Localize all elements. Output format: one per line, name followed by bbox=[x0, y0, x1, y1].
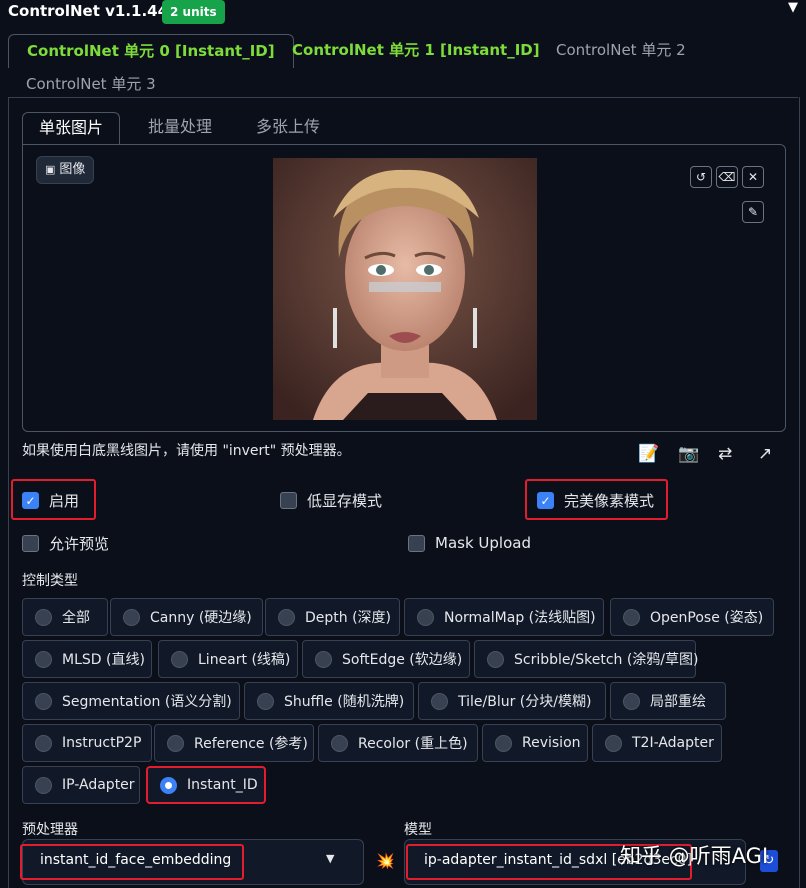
control-type-option-label: IP-Adapter bbox=[62, 777, 135, 793]
control-type-option[interactable]: NormalMap (法线贴图) bbox=[404, 598, 604, 636]
control-type-option[interactable]: Tile/Blur (分块/模糊) bbox=[418, 682, 606, 720]
control-type-option[interactable]: Reference (参考) bbox=[154, 724, 314, 762]
panel-title: ControlNet v1.1.440 bbox=[8, 2, 179, 20]
radio-icon bbox=[623, 608, 640, 626]
run-preprocessor-icon[interactable]: 💥 bbox=[376, 852, 395, 870]
control-type-option-label: Scribble/Sketch (涂鸦/草图) bbox=[514, 652, 699, 668]
tab-unit-2[interactable]: ControlNet 单元 2 bbox=[538, 34, 704, 68]
control-type-option-label: T2I-Adapter bbox=[632, 735, 714, 751]
radio-icon bbox=[123, 608, 140, 626]
control-type-option[interactable]: IP-Adapter bbox=[22, 766, 140, 804]
control-type-option-label: Depth (深度) bbox=[305, 610, 392, 626]
units-badge: 2 units bbox=[162, 0, 225, 24]
control-type-option-label: Reference (参考) bbox=[194, 736, 308, 752]
radio-icon bbox=[35, 608, 52, 626]
radio-icon bbox=[495, 734, 512, 752]
radio-icon bbox=[171, 650, 188, 668]
control-type-option[interactable]: OpenPose (姿态) bbox=[610, 598, 774, 636]
control-type-option[interactable]: 局部重绘 bbox=[610, 682, 726, 720]
control-type-option-label: Canny (硬边缘) bbox=[150, 610, 252, 626]
control-type-option[interactable]: T2I-Adapter bbox=[592, 724, 722, 762]
control-type-option-label: InstructP2P bbox=[62, 735, 142, 751]
control-type-option[interactable]: Recolor (重上色) bbox=[318, 724, 478, 762]
radio-icon bbox=[605, 734, 622, 752]
tab-unit-1[interactable]: ControlNet 单元 1 [Instant_ID] bbox=[274, 34, 558, 68]
radio-icon bbox=[315, 650, 332, 668]
control-type-option-label: 全部 bbox=[62, 610, 90, 626]
control-type-option-label: Lineart (线稿) bbox=[198, 652, 291, 668]
control-type-option[interactable]: InstructP2P bbox=[22, 724, 152, 762]
radio-icon bbox=[331, 734, 348, 752]
eraser-icon[interactable]: ⌫ bbox=[716, 166, 738, 188]
checkbox-icon bbox=[408, 534, 425, 552]
control-type-option[interactable]: SoftEdge (软边缘) bbox=[302, 640, 470, 678]
control-type-option-label: 局部重绘 bbox=[650, 694, 706, 710]
tab-multi-upload[interactable]: 多张上传 bbox=[240, 112, 336, 144]
control-type-option[interactable]: Shuffle (随机洗牌) bbox=[244, 682, 414, 720]
model-label: 模型 bbox=[404, 822, 432, 838]
pixel-perfect-checkbox[interactable]: ✓ 完美像素模式 bbox=[537, 488, 654, 512]
control-type-option-label: Shuffle (随机洗牌) bbox=[284, 694, 405, 710]
preprocessor-value: instant_id_face_embedding bbox=[40, 852, 232, 868]
radio-icon bbox=[487, 650, 504, 668]
radio-icon bbox=[35, 776, 52, 794]
control-type-option-label: NormalMap (法线贴图) bbox=[444, 610, 596, 626]
control-type-option-label: OpenPose (姿态) bbox=[650, 610, 764, 626]
control-type-option[interactable]: Segmentation (语义分割) bbox=[22, 682, 240, 720]
radio-icon bbox=[35, 692, 52, 710]
watermark: 知乎 @听雨AGI bbox=[620, 844, 769, 868]
control-type-option-label: Recolor (重上色) bbox=[358, 736, 468, 752]
radio-icon bbox=[257, 692, 274, 710]
control-type-option[interactable]: 全部 bbox=[22, 598, 108, 636]
control-type-option[interactable]: Depth (深度) bbox=[265, 598, 400, 636]
radio-icon bbox=[431, 692, 448, 710]
radio-icon bbox=[35, 734, 52, 752]
camera-icon[interactable]: 📷 bbox=[678, 444, 699, 464]
tab-unit-0[interactable]: ControlNet 单元 0 [Instant_ID] bbox=[8, 34, 294, 68]
allow-preview-checkbox[interactable]: 允许预览 bbox=[22, 531, 109, 555]
control-type-option[interactable]: Scribble/Sketch (涂鸦/草图) bbox=[474, 640, 699, 678]
brush-icon[interactable]: ✎ bbox=[742, 201, 764, 223]
chevron-down-icon: ▼ bbox=[326, 852, 335, 865]
control-type-option-label: SoftEdge (软边缘) bbox=[342, 652, 463, 668]
control-type-option[interactable]: Instant_ID bbox=[146, 766, 266, 804]
control-type-option-label: MLSD (直线) bbox=[62, 652, 145, 668]
checkbox-checked-icon: ✓ bbox=[537, 491, 554, 509]
control-type-option[interactable]: Canny (硬边缘) bbox=[110, 598, 263, 636]
control-type-option-label: Segmentation (语义分割) bbox=[62, 694, 232, 710]
control-type-option[interactable]: Lineart (线稿) bbox=[158, 640, 298, 678]
send-dimensions-icon[interactable]: ↗ bbox=[758, 444, 772, 464]
radio-icon bbox=[278, 608, 295, 626]
enable-checkbox[interactable]: ✓ 启用 bbox=[22, 488, 79, 512]
tab-single-image[interactable]: 单张图片 bbox=[22, 112, 121, 144]
swap-icon[interactable]: ⇄ bbox=[718, 444, 732, 464]
radio-icon bbox=[167, 734, 184, 752]
control-type-option-label: Instant_ID bbox=[187, 777, 258, 793]
undo-icon[interactable]: ↺ bbox=[690, 166, 712, 188]
tabs-divider bbox=[8, 97, 798, 98]
checkbox-icon bbox=[280, 491, 297, 509]
control-type-label: 控制类型 bbox=[22, 573, 78, 589]
close-icon[interactable]: ✕ bbox=[742, 166, 764, 188]
preprocessor-label: 预处理器 bbox=[22, 822, 78, 838]
mask-upload-checkbox[interactable]: Mask Upload bbox=[408, 531, 531, 555]
radio-icon bbox=[35, 650, 52, 668]
radio-icon bbox=[623, 692, 640, 710]
control-type-option-label: Revision bbox=[522, 735, 581, 751]
image-label: ▣ 图像 bbox=[36, 156, 95, 184]
low-vram-checkbox[interactable]: 低显存模式 bbox=[280, 488, 382, 512]
control-type-option[interactable]: MLSD (直线) bbox=[22, 640, 152, 678]
notepad-icon[interactable]: 📝 bbox=[638, 444, 659, 464]
radio-icon bbox=[160, 776, 177, 794]
control-type-option[interactable]: Revision bbox=[482, 724, 588, 762]
checkbox-icon bbox=[22, 534, 39, 552]
control-type-option-label: Tile/Blur (分块/模糊) bbox=[458, 694, 592, 710]
invert-hint: 如果使用白底黑线图片，请使用 "invert" 预处理器。 bbox=[22, 443, 351, 459]
tab-batch[interactable]: 批量处理 bbox=[132, 112, 228, 144]
radio-icon bbox=[417, 608, 434, 626]
checkbox-checked-icon: ✓ bbox=[22, 491, 39, 509]
uploaded-image bbox=[273, 158, 537, 420]
image-icon: ▣ bbox=[45, 163, 56, 176]
collapse-icon[interactable]: ▼ bbox=[788, 0, 798, 15]
